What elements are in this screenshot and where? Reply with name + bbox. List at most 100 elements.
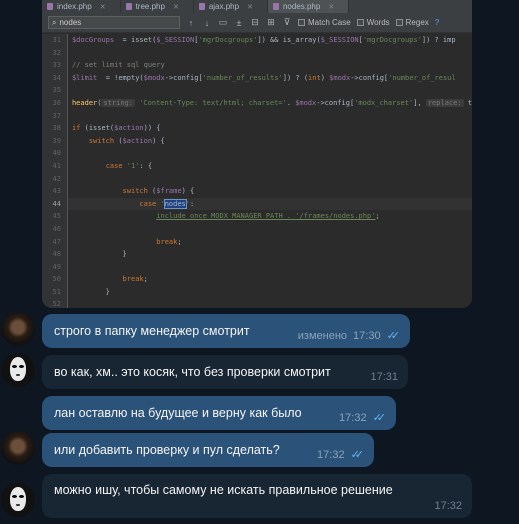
code-line: break; bbox=[122, 275, 148, 284]
avatar[interactable] bbox=[1, 353, 35, 387]
code-line: switch ($frame) { bbox=[122, 187, 195, 196]
mask-eye bbox=[12, 365, 17, 368]
tab-label: tree.php bbox=[135, 2, 165, 11]
code-line: break; bbox=[156, 237, 182, 246]
code-line: switch ($action) { bbox=[88, 136, 165, 145]
message-text: лан оставлю на будущее и верну как было bbox=[54, 406, 302, 420]
select-all-icon[interactable]: ▭ bbox=[218, 17, 228, 28]
double-check-icon: ✓✓ bbox=[372, 412, 387, 424]
regex-help-link[interactable]: ? bbox=[435, 18, 439, 27]
php-file-icon bbox=[47, 3, 53, 10]
message-bubble[interactable]: лан оставлю на будущее и верну как было … bbox=[42, 396, 396, 430]
select-occurrences-icon[interactable]: ⊞ bbox=[266, 17, 276, 28]
tab-label: ajax.php bbox=[208, 2, 240, 11]
code-line: case '1': { bbox=[105, 161, 153, 170]
tab-label: index.php bbox=[57, 2, 92, 11]
message-time: 17:32 bbox=[317, 448, 345, 461]
checkbox-box bbox=[298, 19, 305, 26]
message-bubble[interactable]: можно ишу, чтобы самому не искать правил… bbox=[42, 474, 472, 518]
code-line: include_once MODX_MANAGER_PATH . '/frame… bbox=[156, 212, 380, 221]
php-file-icon bbox=[198, 3, 205, 10]
checkbox-label: Match Case bbox=[308, 18, 351, 27]
line-number: 41 bbox=[52, 161, 61, 170]
line-number: 39 bbox=[52, 136, 61, 145]
code-line: $docGroups = isset($_SESSION['mgrDocgrou… bbox=[71, 36, 456, 44]
message-bubble[interactable]: во как, хм.. это косяк, что без проверки… bbox=[42, 355, 408, 389]
mask-mouth bbox=[16, 374, 20, 376]
message-time: 17:32 bbox=[434, 500, 462, 512]
avatar[interactable] bbox=[1, 483, 35, 517]
code-line: } bbox=[71, 287, 110, 296]
find-bar: ⌕ nodes ↑ ↓ ▭ ± ⊟ ⊞ ⊽ Match Case Words R… bbox=[42, 13, 472, 33]
code-line: header(string: 'Content-Type: text/html;… bbox=[71, 98, 472, 107]
message-text: строго в папку менеджер смотрит bbox=[54, 324, 250, 338]
line-number: 36 bbox=[52, 98, 61, 107]
message-time: 17:30 bbox=[353, 329, 381, 342]
avatar[interactable] bbox=[1, 312, 35, 346]
tab-index[interactable]: index.php ✕ bbox=[42, 0, 121, 13]
regex-checkbox[interactable]: Regex bbox=[395, 18, 429, 27]
mask-eye bbox=[19, 495, 24, 498]
message-time: 17:31 bbox=[370, 371, 398, 383]
line-number: 34 bbox=[52, 73, 61, 82]
message-meta: изменено 17:30 ✓✓ bbox=[297, 329, 400, 343]
code-editor: 31 32 33 34 35 36 37 38 39 40 41 42 43 4… bbox=[42, 34, 472, 308]
code-screenshot: index.php ✕ tree.php ✕ ajax.php ✕ nodes.php… bbox=[42, 0, 472, 308]
line-number: 45 bbox=[52, 212, 61, 221]
filter-icon[interactable]: ⊽ bbox=[282, 17, 292, 28]
tab-label: nodes.php bbox=[282, 2, 321, 11]
tab-ajax[interactable]: ajax.php ✕ bbox=[194, 0, 268, 13]
php-file-icon bbox=[272, 3, 279, 10]
mask-eye bbox=[19, 365, 24, 368]
find-input[interactable]: ⌕ nodes bbox=[48, 16, 180, 29]
tab-tree[interactable]: tree.php ✕ bbox=[121, 0, 194, 13]
message-time: 17:32 bbox=[339, 411, 367, 424]
line-number: 51 bbox=[52, 287, 61, 296]
line-number: 42 bbox=[52, 174, 61, 183]
message-bubble[interactable]: или добавить проверку и пул сделать? 17:… bbox=[42, 433, 374, 467]
next-match-icon[interactable]: ↓ bbox=[202, 18, 212, 28]
php-file-icon bbox=[125, 3, 132, 10]
mask-face bbox=[10, 487, 26, 511]
line-number: 48 bbox=[52, 250, 61, 259]
message-text: во как, хм.. это косяк, что без проверки… bbox=[54, 365, 331, 379]
line-number: 47 bbox=[52, 237, 61, 246]
checkbox-label: Regex bbox=[405, 18, 429, 27]
mask-face bbox=[10, 357, 26, 381]
line-number: 31 bbox=[52, 36, 61, 44]
prev-match-icon[interactable]: ↑ bbox=[186, 18, 196, 28]
close-icon[interactable]: ✕ bbox=[247, 3, 253, 11]
find-query: nodes bbox=[59, 18, 82, 27]
line-number: 33 bbox=[52, 61, 61, 70]
match-case-checkbox[interactable]: Match Case bbox=[298, 18, 351, 27]
close-icon[interactable]: ✕ bbox=[100, 3, 106, 11]
avatar[interactable] bbox=[1, 431, 35, 465]
add-occurrence-icon[interactable]: ± bbox=[234, 18, 244, 28]
line-number: 50 bbox=[52, 275, 61, 284]
edited-label: изменено bbox=[297, 329, 348, 342]
close-icon[interactable]: ✕ bbox=[328, 3, 334, 11]
message-text: можно ишу, чтобы самому не искать правил… bbox=[54, 483, 393, 497]
code-line: $limit = !empty($modx->config['number_of… bbox=[71, 73, 456, 82]
close-icon[interactable]: ✕ bbox=[173, 3, 179, 11]
line-number: 32 bbox=[52, 48, 61, 57]
line-number: 49 bbox=[52, 262, 61, 271]
tab-nodes[interactable]: nodes.php ✕ bbox=[267, 0, 350, 13]
message-meta: 17:32 bbox=[434, 500, 462, 512]
message-bubble[interactable]: строго в папку менеджер смотрит изменено… bbox=[42, 314, 410, 348]
line-number: 46 bbox=[52, 224, 61, 233]
mask-eye bbox=[12, 495, 17, 498]
checkbox-box bbox=[356, 19, 364, 26]
message-meta: 17:32 ✓✓ bbox=[339, 411, 387, 425]
line-gutter: 31 32 33 34 35 36 37 38 39 40 41 42 43 4… bbox=[42, 34, 68, 308]
code-line: if (isset($action)) { bbox=[71, 124, 161, 133]
code-line: case 'nodes': bbox=[67, 197, 472, 211]
line-number: 40 bbox=[52, 149, 61, 158]
words-checkbox[interactable]: Words bbox=[356, 18, 390, 27]
code-area[interactable]: $docGroups = isset($_SESSION['mgrDocgrou… bbox=[67, 34, 472, 308]
remove-occurrence-icon[interactable]: ⊟ bbox=[250, 17, 260, 28]
